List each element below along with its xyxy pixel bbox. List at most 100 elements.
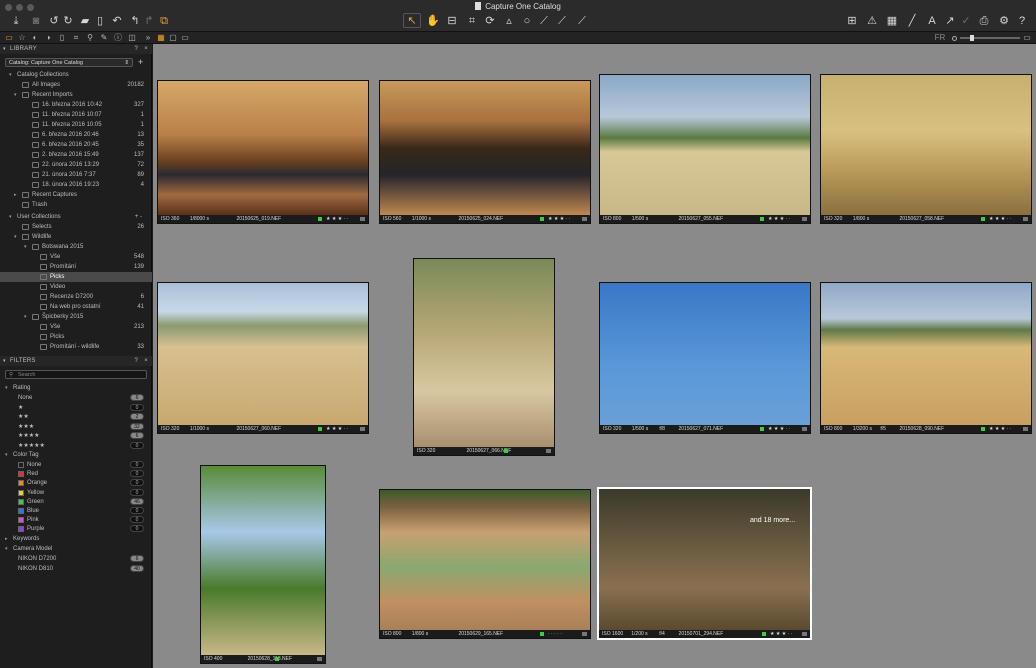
brush-tool-icon[interactable]: ⟋ [538, 14, 550, 28]
camera-model-filter-item[interactable]: NIKON D7200 6 [0, 554, 152, 564]
thumbnail-tile[interactable]: ISO 320 1/1000 s 20150627_060.NEF ★ ★ ★ · · [157, 282, 369, 434]
wildlife-group[interactable]: ▾ Wildlife [0, 232, 152, 242]
thumbnail-tile[interactable]: ISO 800 1/3200 s f/5 20150628_090.NEF ★ ★ ★ … [820, 282, 1032, 434]
green-color-tag[interactable] [275, 657, 279, 661]
thumbnail-tile[interactable]: ISO 320 1/500 s f/8 20150627_071.NEF ★ ★ ★ ·… [599, 282, 811, 434]
botswana-album-item[interactable]: Vše 548 [0, 252, 152, 262]
more-tabs-icon[interactable]: » [143, 33, 153, 43]
green-color-tag[interactable] [540, 217, 544, 221]
warning-icon[interactable]: ⚠ [866, 14, 878, 28]
copy-icon[interactable]: ↗ [944, 14, 956, 28]
color-tab-icon[interactable]: ◐ [30, 33, 40, 43]
local-adjustments-tab-icon[interactable]: ✎ [99, 33, 109, 43]
rating-filter-item[interactable]: None 6 [0, 393, 152, 403]
star-rating[interactable]: ★ ★ ★ · · [548, 215, 570, 223]
green-color-tag[interactable] [760, 427, 764, 431]
eraser-tool-icon[interactable]: ⟋ [576, 14, 588, 28]
help-icon[interactable]: ? [134, 44, 138, 54]
close-icon[interactable]: × [144, 44, 148, 54]
star-rating[interactable]: ★ ★ ★ · · [326, 215, 348, 223]
capture-tab-icon[interactable]: ☆ [17, 33, 27, 43]
viewer-view-icon[interactable]: ▢ [168, 33, 178, 43]
recent-imports-group[interactable]: ▾ Recent Imports [0, 90, 152, 100]
chevron-right-icon[interactable]: ▸ [5, 534, 8, 544]
color-tag-filter-group[interactable]: ▾ Color Tag [0, 450, 152, 460]
text-icon[interactable]: A [926, 14, 938, 28]
recent-import-item[interactable]: 2. března 2016 15:49 137 [0, 150, 152, 160]
trash-item[interactable]: Trash [0, 200, 152, 210]
star-rating[interactable]: ★ ★ ★ · · [989, 215, 1011, 223]
rating-filter-item[interactable]: ★★★★★ 0 [0, 441, 152, 451]
rating-filter-item[interactable]: ★★★★ 6 [0, 431, 152, 441]
overlay-icon[interactable]: ⧉ [158, 14, 170, 28]
botswana-album-item[interactable]: Picks [0, 272, 152, 282]
thumbnail-tile[interactable]: ISO 320 20150627_066.NEF [413, 258, 555, 456]
botswana-album-item[interactable]: Na web pro ostatní 41 [0, 302, 152, 312]
chevron-down-icon[interactable]: ▾ [14, 90, 17, 100]
selects-item[interactable]: Selects 26 [0, 222, 152, 232]
thumbnail-tile[interactable]: ISO 800 1/800 s 20150629_165.NEF · · · · · [379, 489, 591, 639]
details-tab-icon[interactable]: ⚲ [85, 33, 95, 43]
all-images-item[interactable]: All Images 20182 [0, 80, 152, 90]
brush-icon[interactable]: ╱ [906, 14, 918, 28]
botswana-group[interactable]: ▾ Botswana 2015 [0, 242, 152, 252]
undo-arrow-icon[interactable]: ↰ [129, 14, 141, 28]
help-icon[interactable]: ? [134, 356, 138, 366]
rating-filter-item[interactable]: ★★ 2 [0, 412, 152, 422]
green-color-tag[interactable] [540, 632, 544, 636]
library-header[interactable]: ▾ LIBRARY? × [0, 44, 152, 54]
print-icon[interactable]: ⎙ [978, 14, 990, 28]
star-rating[interactable]: · · · · · [548, 630, 562, 638]
library-tab-folder-icon[interactable]: ▭ [4, 33, 14, 43]
thumbnail-tile[interactable]: ISO 360 1/8000 s 20150625_019.NEF ★ ★ ★ · · [157, 80, 369, 224]
botswana-album-item[interactable]: Recenze D7200 6 [0, 292, 152, 302]
thumbnail-tile[interactable]: ISO 400 20150628_113.NEF [200, 465, 326, 664]
camera-model-filter-group[interactable]: ▾ Camera Model [0, 544, 152, 554]
filmstrip-view-icon[interactable]: ▭ [180, 33, 190, 43]
chevron-right-icon[interactable]: ▸ [14, 190, 17, 200]
thumbnail-image-oryx[interactable] [600, 75, 810, 215]
exposure-tab-icon[interactable]: ◑ [43, 33, 53, 43]
recent-import-item[interactable]: 11. března 2016 10:05 1 [0, 120, 152, 130]
grid-icon[interactable]: ⊞ [846, 14, 858, 28]
composition-tab-icon[interactable]: ⌗ [71, 33, 81, 43]
keywords-filter-group[interactable]: ▸ Keywords [0, 534, 152, 544]
chevron-down-icon[interactable]: ▾ [24, 242, 27, 252]
green-color-tag[interactable] [981, 217, 985, 221]
recent-import-item[interactable]: 18. února 2016 19:23 4 [0, 180, 152, 190]
thumbnail-image-giraffe[interactable] [201, 466, 325, 655]
help-icon[interactable]: ? [1016, 14, 1028, 28]
botswana-album-item[interactable]: Video [0, 282, 152, 292]
green-color-tag[interactable] [760, 217, 764, 221]
pan-tool-icon[interactable]: ✋ [426, 14, 440, 28]
output-tab-icon[interactable]: ◫ [127, 33, 137, 43]
spicberky-album-item[interactable]: Promítání - wildlife 33 [0, 342, 152, 352]
green-color-tag[interactable] [318, 217, 322, 221]
undo-icon[interactable]: ↶ [111, 14, 123, 28]
chevron-down-icon[interactable]: ▾ [5, 383, 8, 393]
chevron-down-icon[interactable]: ▾ [9, 70, 12, 80]
redo-icon[interactable]: ↱ [143, 14, 155, 28]
histogram-icon[interactable]: ▦ [886, 14, 898, 28]
apply-icon[interactable]: ✓ [960, 14, 972, 28]
import-icon[interactable]: ⤓ [10, 14, 22, 28]
rating-filter-item[interactable]: ★★★ 32 [0, 422, 152, 432]
fit-icon[interactable]: ▭ [1022, 33, 1032, 43]
thumbnail-tile[interactable]: ISO 800 1/500 s 20150627_055.NEF ★ ★ ★ · · [599, 74, 811, 224]
rating-filter-item[interactable]: ★ 0 [0, 403, 152, 413]
add-catalog-button[interactable]: + [138, 57, 143, 67]
thumbnail-tile[interactable]: ISO 1600 1/200 s f/4 20150701_294.NEF ★ ★ ★ … [597, 487, 812, 640]
thumbnail-image-aerial-waterhole[interactable] [380, 490, 590, 630]
recent-import-item[interactable]: 11. března 2016 10:07 1 [0, 110, 152, 120]
chevron-down-icon[interactable]: ▾ [5, 544, 8, 554]
camera-icon[interactable]: ◙ [30, 14, 42, 28]
gear-icon[interactable]: ⚙ [998, 14, 1010, 28]
catalog-select[interactable]: Catalog: Capture One Catalog ⇕ [5, 58, 133, 67]
circle-tool-icon[interactable]: ○ [521, 14, 533, 28]
thumbnail-image-shrike-bird[interactable] [600, 283, 810, 425]
recent-import-item[interactable]: 6. března 2016 20:46 13 [0, 130, 152, 140]
spicberky-album-item[interactable]: Vše 213 [0, 322, 152, 332]
thumbnail-image-antelope[interactable] [821, 75, 1031, 215]
thumbnail-image-squirrel[interactable] [414, 259, 554, 447]
trash-icon[interactable]: ▯ [94, 14, 106, 28]
